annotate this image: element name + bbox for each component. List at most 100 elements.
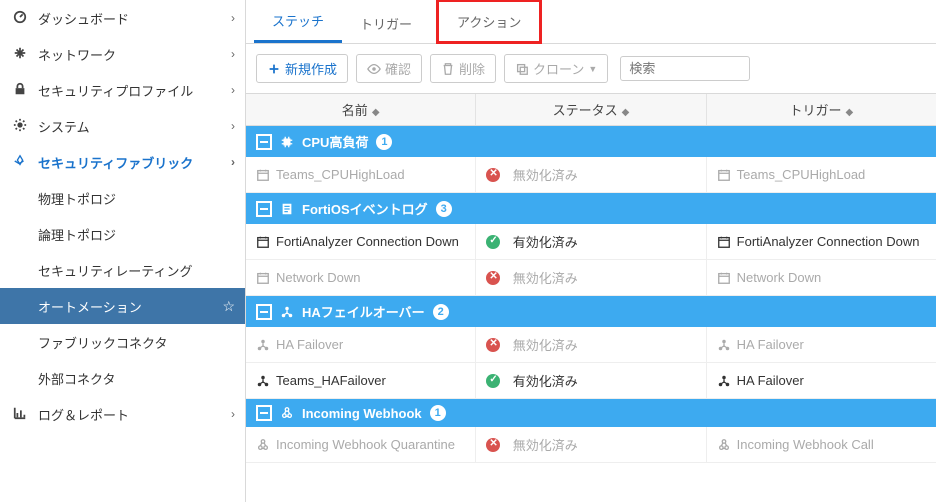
group-title: CPU高負荷: [302, 132, 368, 151]
chart-icon: [10, 406, 30, 423]
trash-icon: [441, 62, 455, 76]
sidebar-item-log-report[interactable]: ログ＆レポート ›: [0, 396, 245, 432]
sidebar-subitem[interactable]: セキュリティレーティング: [0, 252, 245, 288]
calendar-icon: [717, 235, 731, 249]
column-trigger[interactable]: トリガー◆: [707, 94, 936, 125]
sidebar-item-label: 論理トポロジ: [38, 225, 235, 244]
sidebar-item-label: ログ＆レポート: [38, 405, 231, 424]
group-header[interactable]: HAフェイルオーバー 2: [246, 296, 936, 327]
sidebar-subitem[interactable]: 論理トポロジ: [0, 216, 245, 252]
sidebar-item-label: 外部コネクタ: [38, 369, 235, 388]
create-button[interactable]: 新規作成: [256, 54, 348, 83]
sort-icon: ◆: [622, 107, 630, 118]
collapse-icon[interactable]: [256, 304, 272, 320]
gear-icon: [10, 118, 30, 135]
collapse-icon[interactable]: [256, 134, 272, 150]
sidebar-item[interactable]: ダッシュボード ›: [0, 0, 245, 36]
clone-button[interactable]: クローン ▼: [504, 54, 608, 83]
row-name: Teams_CPUHighLoad: [276, 167, 405, 182]
row-name: HA Failover: [276, 337, 343, 352]
sort-icon: ◆: [845, 107, 853, 118]
chevron-right-icon: ›: [231, 155, 235, 169]
sidebar-subitem[interactable]: 外部コネクタ: [0, 360, 245, 396]
confirm-button[interactable]: 確認: [356, 54, 422, 83]
main-content: ステッチ トリガー アクション 新規作成 確認 削除 クローン ▼: [246, 0, 936, 502]
clone-label: クローン: [533, 59, 584, 78]
caret-down-icon: ▼: [588, 64, 597, 74]
sidebar-item-label: オートメーション: [38, 297, 235, 316]
calendar-icon: [717, 271, 731, 285]
table-row[interactable]: Network Down 無効化済み Network Down: [246, 260, 936, 296]
status-badge: [486, 438, 514, 452]
cell-name: FortiAnalyzer Connection Down: [246, 224, 476, 259]
sidebar-item[interactable]: セキュリティファブリック ›: [0, 144, 245, 180]
table-row[interactable]: Teams_CPUHighLoad 無効化済み Teams_CPUHighLoa…: [246, 157, 936, 193]
table-row[interactable]: Teams_HAFailover 有効化済み HA Failover: [246, 363, 936, 399]
status-badge: [486, 168, 514, 182]
toolbar: 新規作成 確認 削除 クローン ▼: [246, 44, 936, 94]
cell-name: Incoming Webhook Quarantine: [246, 427, 476, 462]
tab-action[interactable]: アクション: [436, 0, 542, 44]
search-input[interactable]: [620, 56, 750, 81]
sidebar-subitem[interactable]: ファブリックコネクタ: [0, 324, 245, 360]
collapse-icon[interactable]: [256, 405, 272, 421]
webhook-icon: [280, 406, 294, 420]
delete-button[interactable]: 削除: [430, 54, 496, 83]
chevron-right-icon: ›: [231, 47, 235, 61]
column-status[interactable]: ステータス◆: [476, 94, 706, 125]
cell-status: 有効化済み: [476, 363, 706, 398]
collapse-icon[interactable]: [256, 201, 272, 217]
row-name: Incoming Webhook Quarantine: [276, 437, 455, 452]
cell-status: 無効化済み: [476, 327, 706, 362]
group-count: 1: [430, 405, 446, 421]
star-icon[interactable]: ☆: [222, 298, 235, 315]
cell-status: 無効化済み: [476, 260, 706, 295]
sidebar-subitem[interactable]: 物理トポロジ: [0, 180, 245, 216]
sidebar-item[interactable]: システム ›: [0, 108, 245, 144]
status-badge: [486, 374, 514, 388]
cell-name: Network Down: [246, 260, 476, 295]
eye-icon: [367, 62, 381, 76]
table-row[interactable]: HA Failover 無効化済み HA Failover: [246, 327, 936, 363]
cell-name: Teams_CPUHighLoad: [246, 157, 476, 192]
sidebar-item[interactable]: ネットワーク ›: [0, 36, 245, 72]
cell-status: 無効化済み: [476, 157, 706, 192]
sidebar-subitem[interactable]: オートメーション☆: [0, 288, 245, 324]
row-trigger: HA Failover: [737, 373, 804, 388]
sidebar-item-label: 物理トポロジ: [38, 189, 235, 208]
dashboard-icon: [10, 10, 30, 27]
chevron-right-icon: ›: [231, 119, 235, 133]
group-header[interactable]: Incoming Webhook 1: [246, 399, 936, 427]
plus-icon: [267, 62, 281, 76]
cpu-icon: [280, 135, 294, 149]
table-row[interactable]: FortiAnalyzer Connection Down 有効化済み Fort…: [246, 224, 936, 260]
table-row[interactable]: Incoming Webhook Quarantine 無効化済み Incomi…: [246, 427, 936, 463]
row-trigger: HA Failover: [737, 337, 804, 352]
sidebar-item[interactable]: セキュリティプロファイル ›: [0, 72, 245, 108]
group-header[interactable]: FortiOSイベントログ 3: [246, 193, 936, 224]
ha-icon: [256, 338, 270, 352]
confirm-label: 確認: [385, 59, 411, 78]
column-name[interactable]: 名前◆: [246, 94, 476, 125]
row-trigger: Incoming Webhook Call: [737, 437, 874, 452]
group-title: Incoming Webhook: [302, 406, 422, 421]
sidebar-item-label: セキュリティプロファイル: [38, 81, 231, 100]
group-count: 3: [436, 201, 452, 217]
sidebar: ダッシュボード › ネットワーク › セキュリティプロファイル › システム ›…: [0, 0, 246, 502]
search-box: [620, 56, 750, 81]
status-text: 有効化済み: [513, 232, 578, 251]
group-header[interactable]: CPU高負荷 1: [246, 126, 936, 157]
sidebar-item-label: ネットワーク: [38, 45, 231, 64]
sidebar-item-label: ダッシュボード: [38, 9, 231, 28]
cell-trigger: HA Failover: [707, 327, 936, 362]
sidebar-item-label: セキュリティファブリック: [38, 153, 231, 172]
cell-trigger: Teams_CPUHighLoad: [707, 157, 936, 192]
tab-trigger[interactable]: トリガー: [342, 4, 430, 43]
row-trigger: FortiAnalyzer Connection Down: [737, 234, 920, 249]
ha-icon: [717, 338, 731, 352]
row-name: FortiAnalyzer Connection Down: [276, 234, 459, 249]
tab-stitch[interactable]: ステッチ: [254, 1, 342, 43]
status-text: 無効化済み: [513, 435, 578, 454]
cell-name: Teams_HAFailover: [246, 363, 476, 398]
status-badge: [486, 338, 514, 352]
